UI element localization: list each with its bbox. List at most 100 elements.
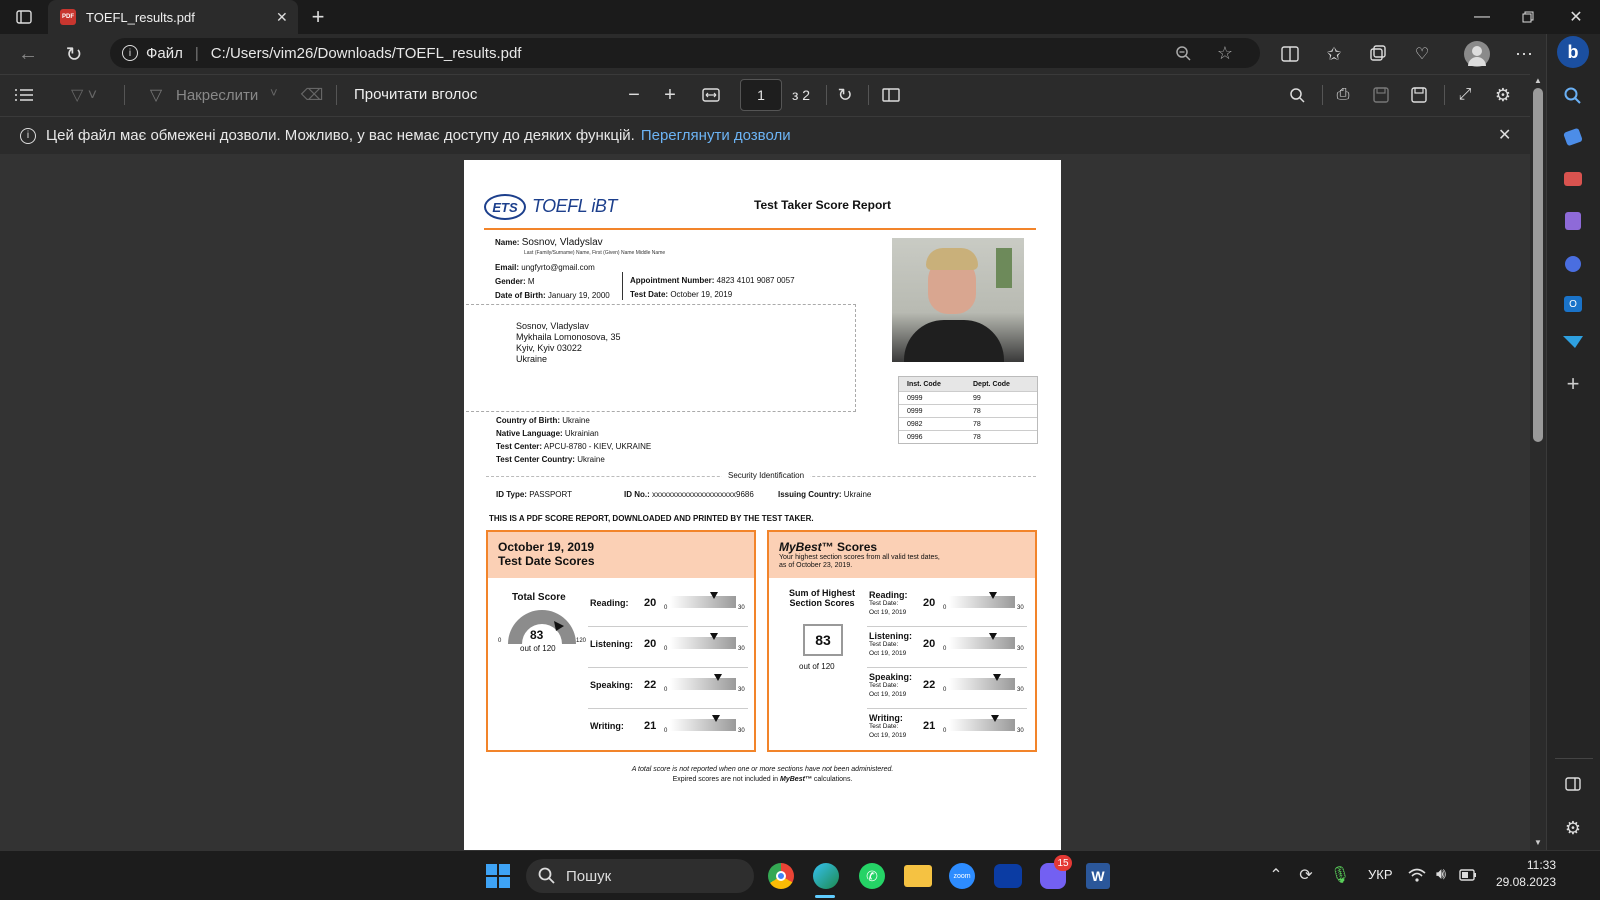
section-score-bar: [670, 719, 736, 731]
new-tab-icon[interactable]: +: [306, 4, 330, 29]
email-label: Email:: [495, 263, 520, 272]
add-sidebar-app-icon[interactable]: +: [1561, 371, 1585, 396]
favorites-icon[interactable]: ✩: [1322, 42, 1346, 66]
keyboard-language[interactable]: УКР: [1368, 867, 1393, 882]
taskbar-search-box[interactable]: Пошук: [526, 859, 754, 893]
test-date-label: Test Date:: [630, 290, 669, 299]
windows-taskbar: Пошук ✆ zoom 15 W ⌃ ⟳ 🎙 УКР 🔊︎ 11:33 29.…: [0, 850, 1600, 900]
read-aloud-button[interactable]: Прочитати вголос: [354, 86, 477, 103]
draw-label[interactable]: Накреслити: [176, 87, 258, 104]
zoom-icon[interactable]: [1172, 42, 1194, 64]
sync-icon[interactable]: ⟳: [1296, 865, 1316, 885]
minimize-icon[interactable]: —: [1472, 8, 1492, 26]
zoom-out-icon[interactable]: −: [624, 84, 644, 106]
section-date: Oct 19, 2019: [869, 691, 907, 698]
save-icon[interactable]: [1370, 85, 1392, 105]
microphone-icon[interactable]: 🎙: [1330, 865, 1350, 885]
address-field[interactable]: i Файл | C:/Users/vim26/Downloads/TOEFL_…: [110, 38, 1260, 68]
draw-dropdown-icon[interactable]: ˅: [270, 85, 278, 100]
section-score-marker: [989, 592, 998, 599]
save-as-icon[interactable]: [1408, 85, 1430, 105]
rotate-icon[interactable]: ↻: [834, 84, 856, 106]
more-options-icon[interactable]: ⋯: [1512, 42, 1536, 66]
zoom-in-icon[interactable]: +: [660, 84, 680, 106]
infobar-close-icon[interactable]: ✕: [1498, 125, 1511, 145]
search-icon: [538, 867, 555, 884]
appointment-label: Appointment Number:: [630, 276, 715, 285]
section-score: 20: [644, 638, 657, 650]
edge-icon[interactable]: [813, 863, 839, 889]
clock-date[interactable]: 29.08.2023: [1492, 875, 1556, 889]
chrome-icon[interactable]: [768, 863, 794, 889]
draw-icon[interactable]: ▽: [146, 85, 166, 105]
bar-max-label: 30: [1017, 605, 1024, 611]
address-line: Ukraine: [516, 354, 548, 364]
highlight-icon[interactable]: ▽ ˅: [64, 85, 104, 105]
zoom-app-icon[interactable]: zoom: [949, 863, 975, 889]
microsoft-365-icon[interactable]: [1565, 256, 1581, 272]
close-window-icon[interactable]: ✕: [1566, 6, 1586, 28]
tools-icon[interactable]: [1564, 172, 1582, 186]
section-score-marker: [993, 674, 1002, 681]
table-cell: 0999: [907, 394, 923, 402]
profile-avatar[interactable]: [1464, 41, 1490, 67]
bar-max-label: 30: [738, 687, 745, 693]
section-score: 20: [644, 597, 657, 609]
sidebar-settings-icon[interactable]: ⚙: [1561, 816, 1585, 840]
gender-value: M: [527, 277, 535, 286]
outlook-icon[interactable]: O: [1564, 296, 1582, 312]
section-name: Writing:: [869, 713, 903, 723]
settings-gear-icon[interactable]: ⚙: [1492, 85, 1514, 105]
fullscreen-icon[interactable]: ⤢: [1454, 85, 1476, 105]
test-taker-photo: [892, 238, 1024, 362]
info-icon[interactable]: i: [122, 45, 138, 61]
whatsapp-icon[interactable]: ✆: [859, 863, 885, 889]
browser-essentials-icon[interactable]: ♡: [1410, 42, 1434, 66]
wifi-icon[interactable]: [1408, 865, 1426, 885]
bar-min-label: 0: [943, 728, 947, 734]
view-permissions-link[interactable]: Переглянути дозволи: [641, 127, 791, 144]
refresh-icon[interactable]: ↻: [62, 42, 86, 66]
contents-list-icon[interactable]: [12, 85, 36, 105]
viber-notification-badge: 15: [1054, 855, 1072, 871]
fit-width-icon[interactable]: [700, 85, 722, 105]
volume-icon[interactable]: 🔊︎: [1432, 865, 1450, 885]
webex-icon[interactable]: [994, 864, 1022, 888]
telegram-send-icon[interactable]: [1563, 336, 1583, 348]
restore-icon[interactable]: [1518, 8, 1538, 26]
bar-max-label: 30: [1017, 728, 1024, 734]
footnote-line2-part2: MyBest™: [780, 776, 812, 783]
section-divider: [588, 708, 748, 709]
find-icon[interactable]: [1286, 85, 1308, 105]
shopping-tag-icon[interactable]: [1563, 127, 1583, 147]
favorite-star-icon[interactable]: ☆: [1214, 42, 1236, 64]
page-view-icon[interactable]: [880, 85, 902, 105]
name-hint: Last (Family/Surname) Name, First (Given…: [524, 250, 666, 256]
tab-close-icon[interactable]: ✕: [276, 9, 288, 26]
tab-actions-icon[interactable]: [14, 8, 34, 26]
print-icon[interactable]: ⎙: [1332, 85, 1354, 105]
clock-time[interactable]: 11:33: [1500, 858, 1556, 872]
page-number-input[interactable]: 1: [740, 79, 782, 111]
copilot-bing-icon[interactable]: b: [1557, 36, 1589, 68]
back-icon[interactable]: ←: [16, 42, 40, 66]
hide-sidebar-icon[interactable]: [1561, 772, 1585, 796]
collections-icon[interactable]: [1366, 42, 1390, 66]
split-screen-icon[interactable]: [1278, 42, 1302, 66]
test-date-heading: October 19, 2019: [498, 540, 595, 554]
header-divider: [484, 228, 1036, 230]
word-icon[interactable]: W: [1086, 863, 1110, 889]
sidebar-search-icon[interactable]: [1561, 84, 1585, 108]
file-explorer-icon[interactable]: [904, 865, 932, 887]
section-divider: [588, 626, 748, 627]
battery-icon[interactable]: [1458, 865, 1478, 885]
tab-title: TOEFL_results.pdf: [86, 9, 195, 25]
scrollbar-thumb[interactable]: [1533, 88, 1543, 442]
tab-toefl-results[interactable]: PDF TOEFL_results.pdf ✕: [48, 0, 298, 34]
section-score-marker: [989, 633, 998, 640]
games-icon[interactable]: [1565, 212, 1581, 230]
section-date-label: Test Date:: [869, 723, 899, 730]
show-hidden-icons-chevron-icon[interactable]: ⌃: [1266, 865, 1286, 885]
eraser-icon[interactable]: ⌫: [301, 85, 324, 105]
windows-start-icon[interactable]: [486, 864, 510, 888]
